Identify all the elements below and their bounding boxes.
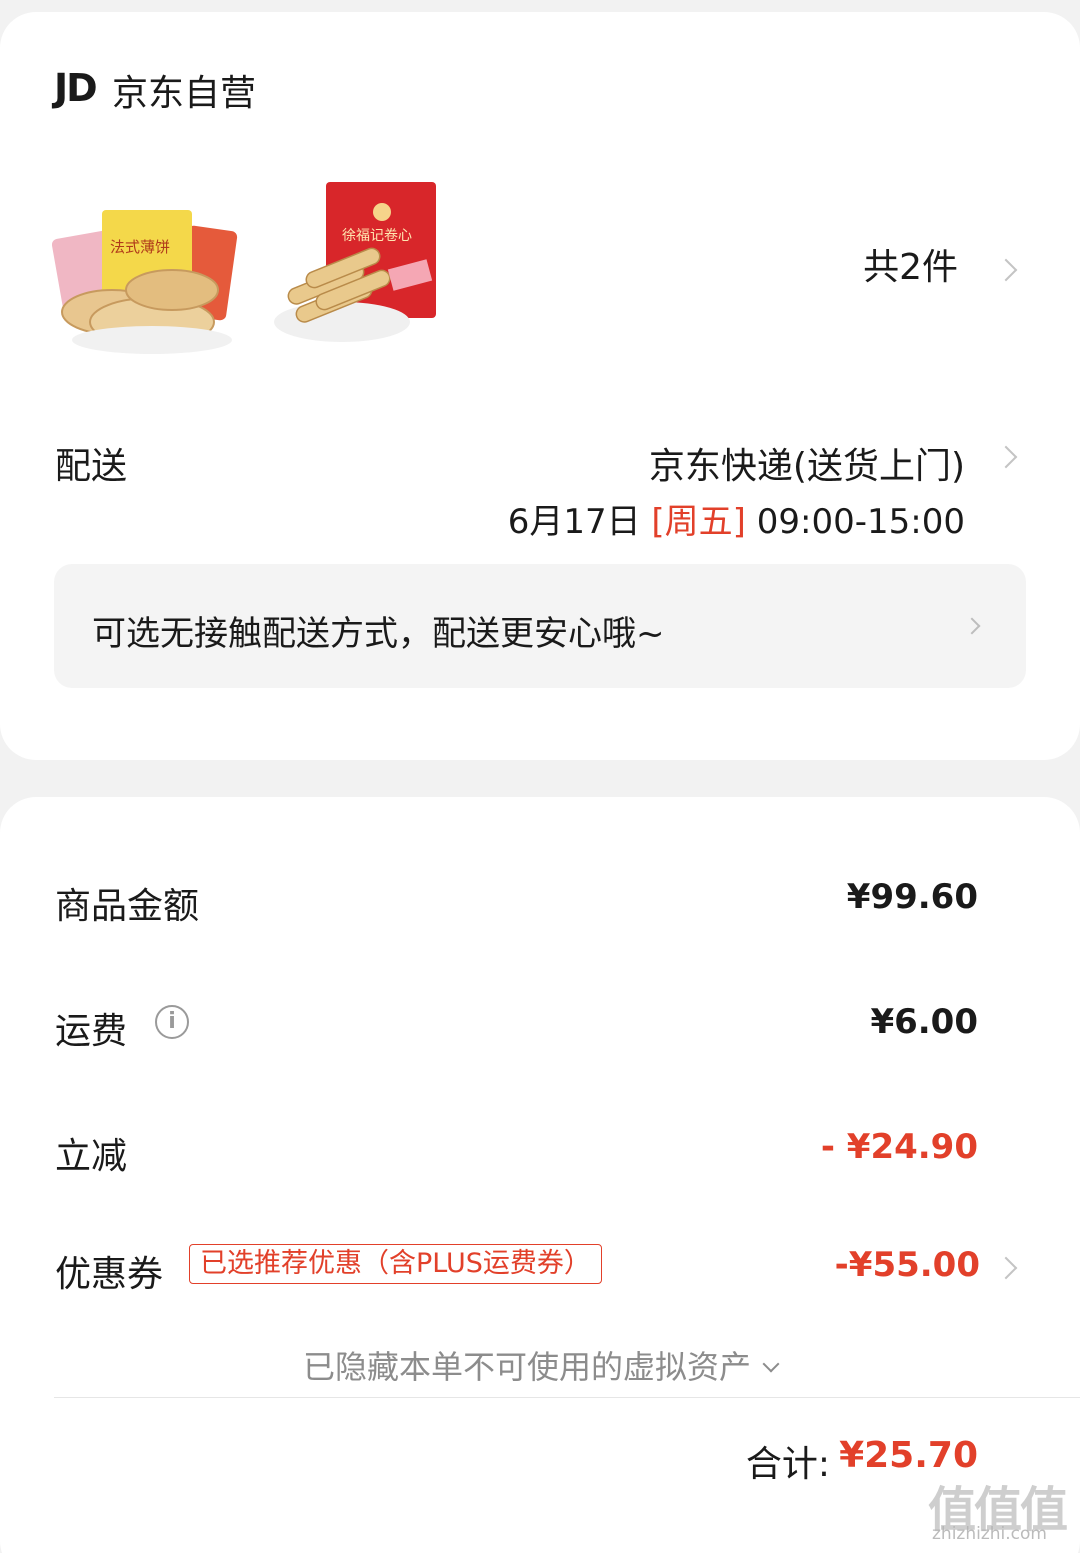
product-package-text-1: 法式薄饼 <box>110 238 170 256</box>
item-count[interactable]: 共2件 <box>863 238 958 290</box>
delivery-weekday: [周五] <box>651 502 746 542</box>
watermark: 值值值 zhizhizhi.com <box>928 1470 1076 1550</box>
watermark-url: zhizhizhi.com <box>932 1524 1047 1544</box>
product-thumbnail-2[interactable]: 徐福记卷心 <box>264 172 454 362</box>
product-package-text-2: 徐福记卷心 <box>342 228 412 244</box>
chevron-right-icon[interactable] <box>994 445 1018 469</box>
divider <box>54 1397 1080 1398</box>
goods-amount-label: 商品金额 <box>55 886 200 927</box>
shipping-fee-label: 运费 <box>55 1011 128 1052</box>
order-card: JD 京东自营 法式薄饼 徐福记卷心 共2件 配送 京东快递(送货上门) 6月1… <box>0 12 1080 760</box>
jd-logo: JD <box>54 66 98 110</box>
product-thumbnail-1[interactable]: 法式薄饼 <box>52 172 242 362</box>
price-summary-card: 商品金额 ¥99.60 运费 i ¥6.00 立减 - ¥24.90 优惠券 已… <box>0 797 1080 1553</box>
delivery-date: 6月17日 <box>507 502 641 542</box>
instant-discount-value: - ¥24.90 <box>820 1127 978 1167</box>
coupon-value[interactable]: -¥55.00 <box>835 1245 980 1285</box>
delivery-label: 配送 <box>55 446 128 487</box>
contactless-delivery-text: 可选无接触配送方式，配送更安心哦~ <box>92 614 665 654</box>
instant-discount-label: 立减 <box>55 1136 128 1177</box>
total-label: 合计: <box>745 1444 830 1485</box>
contactless-delivery-banner[interactable]: 可选无接触配送方式，配送更安心哦~ <box>54 564 1026 688</box>
chevron-right-icon <box>963 617 981 635</box>
store-name: 京东自营 <box>112 73 257 114</box>
hidden-virtual-assets-toggle[interactable]: 已隐藏本单不可使用的虚拟资产 <box>0 1342 1080 1388</box>
delivery-method[interactable]: 京东快递(送货上门) <box>649 437 965 489</box>
chevron-right-icon[interactable] <box>994 258 1018 282</box>
delivery-time[interactable]: 6月17日 [周五] 09:00-15:00 <box>508 494 965 543</box>
info-icon[interactable]: i <box>155 1005 189 1039</box>
goods-amount-value: ¥99.60 <box>846 877 978 917</box>
hidden-assets-text: 已隐藏本单不可使用的虚拟资产 <box>302 1348 751 1386</box>
shipping-fee-value: ¥6.00 <box>870 1002 978 1042</box>
coupon-label: 优惠券 <box>55 1254 164 1295</box>
coupon-recommended-tag[interactable]: 已选推荐优惠（含PLUS运费券） <box>189 1244 602 1284</box>
delivery-time-range: 09:00-15:00 <box>756 502 965 542</box>
chevron-down-icon <box>762 1355 780 1373</box>
chevron-right-icon[interactable] <box>994 1256 1018 1280</box>
